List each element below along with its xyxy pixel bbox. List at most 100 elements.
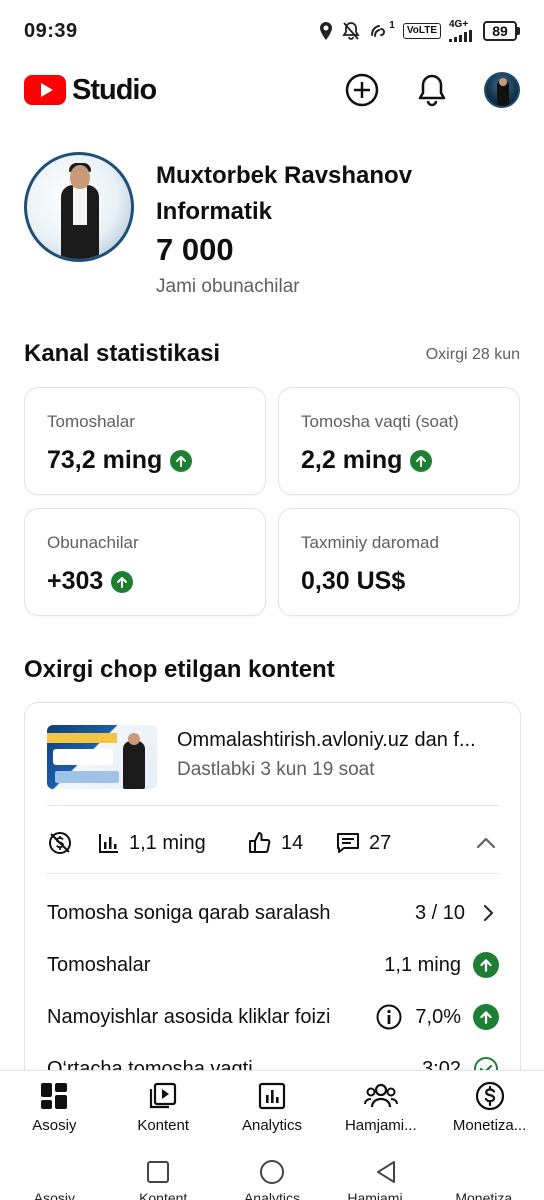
nav-item-monetization[interactable]: Monetiza... [435,1071,544,1142]
stat-value: 0,30 US$ [301,567,406,595]
comment-icon [337,833,359,853]
stat-card-views[interactable]: Tomoshalar 73,2 ming [24,387,266,495]
ghost-label: Kontent [139,1190,188,1200]
trend-up-icon [410,449,433,472]
ctr-row: Namoyishlar asosida kliklar foizi 7,0% [47,999,499,1035]
ghost-label: Monetiza... [455,1190,524,1200]
channel-profile: Muxtorbek Ravshanov Informatik 7 000 Jam… [24,152,524,302]
thumb-cards [55,771,119,783]
location-icon [320,22,333,40]
video-metrics-row: 1,1 ming 14 27 [47,827,499,859]
row-value: 7,0% [415,1005,461,1028]
thumb-person [123,741,145,789]
stat-label: Tomosha vaqti (soat) [301,412,459,431]
stat-label: Obunachilar [47,533,139,552]
stat-card-watch-time[interactable]: Tomosha vaqti (soat) 2,2 ming [278,387,520,495]
bottom-navigation: Asosiy Kontent Analytics Hamjami... Mone… [0,1070,544,1142]
youtube-play-icon [24,75,66,105]
nav-label: Kontent [137,1117,190,1134]
back-button[interactable] [372,1158,400,1186]
divider [47,873,499,874]
stat-value: 2,2 ming [301,446,403,474]
nav-label: Asosiy [32,1117,77,1134]
app-header: Studio [0,62,544,118]
channel-avatar[interactable] [24,152,134,262]
views-row: Tomoshalar 1,1 ming [47,947,499,983]
nav-item-community[interactable]: Hamjami... [326,1071,435,1142]
dashboard-icon [41,1083,68,1109]
video-thumbnail[interactable] [47,725,157,789]
latest-content-card: Ommalashtirish.avloniy.uz dan f... Dastl… [24,702,521,1102]
stat-label: Tomoshalar [47,412,135,431]
stat-label: Taxminiy daromad [301,533,439,552]
analytics-icon [258,1082,286,1110]
row-value: 3 / 10 [414,901,465,924]
dollar-circle-icon [475,1081,504,1111]
collapse-button[interactable] [473,830,499,856]
recents-button[interactable] [144,1158,172,1186]
likes-count: 14 [281,831,304,854]
views-count: 1,1 ming [129,831,206,854]
call-badge: 1 [389,20,395,31]
network-indicator: 4G+ [449,20,475,42]
likes-metric: 14 [247,830,335,856]
avatar-face [499,78,507,86]
nav-item-home[interactable]: Asosiy [0,1071,109,1142]
mute-bell-icon [342,22,360,40]
monetization-off-metric [47,830,97,856]
stat-card-revenue[interactable]: Taxminiy daromad 0,30 US$ [278,508,520,616]
content-section-title: Oxirgi chop etilgan kontent [24,656,335,683]
notifications-button[interactable] [414,72,450,108]
battery-tip [517,27,520,35]
ghost-label: Analytics [243,1190,300,1200]
status-icons: 1 VoLTE 4G+ 89 [318,20,520,42]
views-metric: 1,1 ming [97,831,247,855]
ghost-label: Hamjami... [347,1190,415,1200]
stat-card-subscribers[interactable]: Obunachilar +303 [24,508,266,616]
subscriber-label: Jami obunachilar [156,276,300,297]
avatar-head [70,165,90,189]
header-actions [344,72,520,108]
square-icon [147,1161,169,1183]
wifi-call-indicator: 1 [368,21,395,41]
subscriber-count: 7 000 [156,232,234,267]
battery-indicator: 89 [483,21,520,41]
stats-section-title: Kanal statistikasi [24,340,221,367]
channel-name: Muxtorbek Ravshanov Informatik [156,162,413,225]
wifi-call-icon [371,25,386,37]
divider [47,805,499,806]
stat-value: 73,2 ming [47,446,163,474]
thumb-panel [53,749,113,765]
trend-up-icon [111,570,134,593]
row-value: 1,1 ming [384,953,461,976]
nav-label: Hamjami... [344,1117,417,1134]
row-label: Tomosha soniga qarab saralash [47,901,331,924]
bell-icon [418,74,446,107]
thumb-person-head [128,733,140,745]
row-label: Tomoshalar [47,953,151,976]
stats-period[interactable]: Oxirgi 28 kun [426,346,520,364]
video-title[interactable]: Ommalashtirish.avloniy.uz dan f... [177,729,503,752]
chevron-up-icon [476,837,496,849]
add-circle-icon [345,73,379,107]
community-icon [363,1083,398,1108]
studio-logo[interactable]: Studio [24,74,157,107]
nav-item-content[interactable]: Kontent [109,1071,218,1142]
create-button[interactable] [344,72,380,108]
nav-label: Analytics [241,1117,302,1134]
account-avatar[interactable] [484,72,520,108]
battery-level: 89 [483,21,517,41]
trend-up-icon [473,1004,499,1030]
comments-count: 27 [369,831,392,854]
network-type: 4G+ [449,19,469,30]
ghost-nav-labels: Asosiy Kontent Analytics Hamjami... Mone… [0,1190,544,1200]
ranking-row[interactable]: Tomosha soniga qarab saralash 3 / 10 [47,895,499,931]
system-navigation-bar: Asosiy Kontent Analytics Hamjami... Mone… [0,1142,544,1200]
chevron-right-icon [483,904,494,922]
video-period: Dastlabki 3 kun 19 soat [177,759,375,780]
signal-icon [449,30,472,42]
status-bar: 09:39 1 VoLTE 4G+ 89 [0,0,544,62]
info-icon[interactable] [375,1003,403,1031]
nav-item-analytics[interactable]: Analytics [218,1071,327,1142]
home-button[interactable] [258,1158,286,1186]
